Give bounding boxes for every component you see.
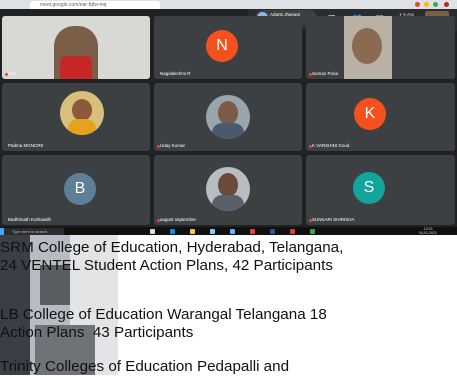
participant-tile-suman[interactable]: Suman Poria (306, 16, 455, 79)
edge-icon[interactable] (170, 229, 175, 234)
store-icon[interactable] (210, 229, 215, 234)
taskbar-clock: 12:03 04-01-2021 (419, 227, 437, 235)
profile-avatar[interactable] (444, 2, 449, 7)
caption-line-4: Action Plans 43 Participants (0, 323, 194, 341)
participant-initial-avatar: K (354, 98, 386, 130)
participant-tile-badhrinath[interactable]: B Badhrinath Kothawdh (2, 155, 150, 225)
meet-screenshot: meet.google.com/ear-fqfw-mq Adarts Jharw… (0, 0, 457, 235)
participant-initial-avatar: N (206, 30, 238, 62)
task-view-icon[interactable] (150, 229, 155, 234)
participant-photo (60, 91, 104, 135)
explorer-icon[interactable] (190, 229, 195, 234)
participant-name: august september (160, 217, 197, 222)
app-icon[interactable] (310, 229, 315, 234)
mail-icon[interactable] (230, 229, 235, 234)
participant-initial-avatar: B (64, 173, 96, 205)
participant-clothing (60, 56, 92, 79)
participant-name: SUNKARI SHIRISHA (312, 217, 355, 222)
participant-name: Suman Poria (312, 71, 339, 76)
address-bar[interactable]: meet.google.com/ear-fqfw-mq (40, 2, 106, 8)
caption-line-5: Trinity Colleges of Education Pedapalli … (0, 358, 290, 375)
word-icon[interactable] (270, 229, 275, 234)
participant-tile-shirisha[interactable]: S SUNKARI SHIRISHA (306, 155, 455, 225)
chrome-icon[interactable] (250, 229, 255, 234)
participant-name: Uday Kumar (160, 143, 186, 148)
extension-icon[interactable] (433, 2, 438, 7)
participant-initial-avatar: S (353, 172, 385, 204)
browser-tabbar: meet.google.com/ear-fqfw-mq (0, 0, 457, 9)
participant-photo (206, 167, 250, 211)
participant-name: You (8, 71, 16, 76)
extension-icon[interactable] (415, 2, 420, 7)
participant-name: K VARSHINI Goud (312, 143, 350, 148)
extension-icon[interactable] (424, 2, 429, 7)
participant-tile-you[interactable]: You (2, 16, 150, 79)
participant-name: Badhrinath Kothawdh (8, 217, 52, 222)
windows-taskbar: Type here to search 12:03 04-01-2021 (0, 227, 457, 235)
participant-photo (206, 95, 250, 139)
participant-tile-varshini[interactable]: K K VARSHINI Goud (306, 83, 455, 151)
powerpoint-icon[interactable] (290, 229, 295, 234)
participant-photo (352, 28, 382, 64)
participant-tile-august[interactable]: august september (154, 155, 302, 225)
taskbar-search-box[interactable]: Type here to search (4, 228, 64, 235)
participant-tile-padma[interactable]: Padma MGNCRE (2, 83, 150, 151)
participant-tile-uday[interactable]: Uday Kumar (154, 83, 302, 151)
caption-line-2: 24 VENTEL Student Action Plans, 42 Parti… (0, 256, 333, 274)
caption-line-1: SRM College of Education, Hyderabad, Tel… (0, 239, 344, 256)
participant-name: Padma MGNCRE (8, 143, 44, 148)
caption-line-3: LB College of Education Warangal Telanga… (0, 306, 327, 323)
participant-tile-nagalakshmi[interactable]: N Nagalakshmi R (154, 16, 302, 79)
participant-name: Nagalakshmi R (160, 71, 191, 76)
taskbar-search-label: Type here to search (12, 229, 48, 234)
